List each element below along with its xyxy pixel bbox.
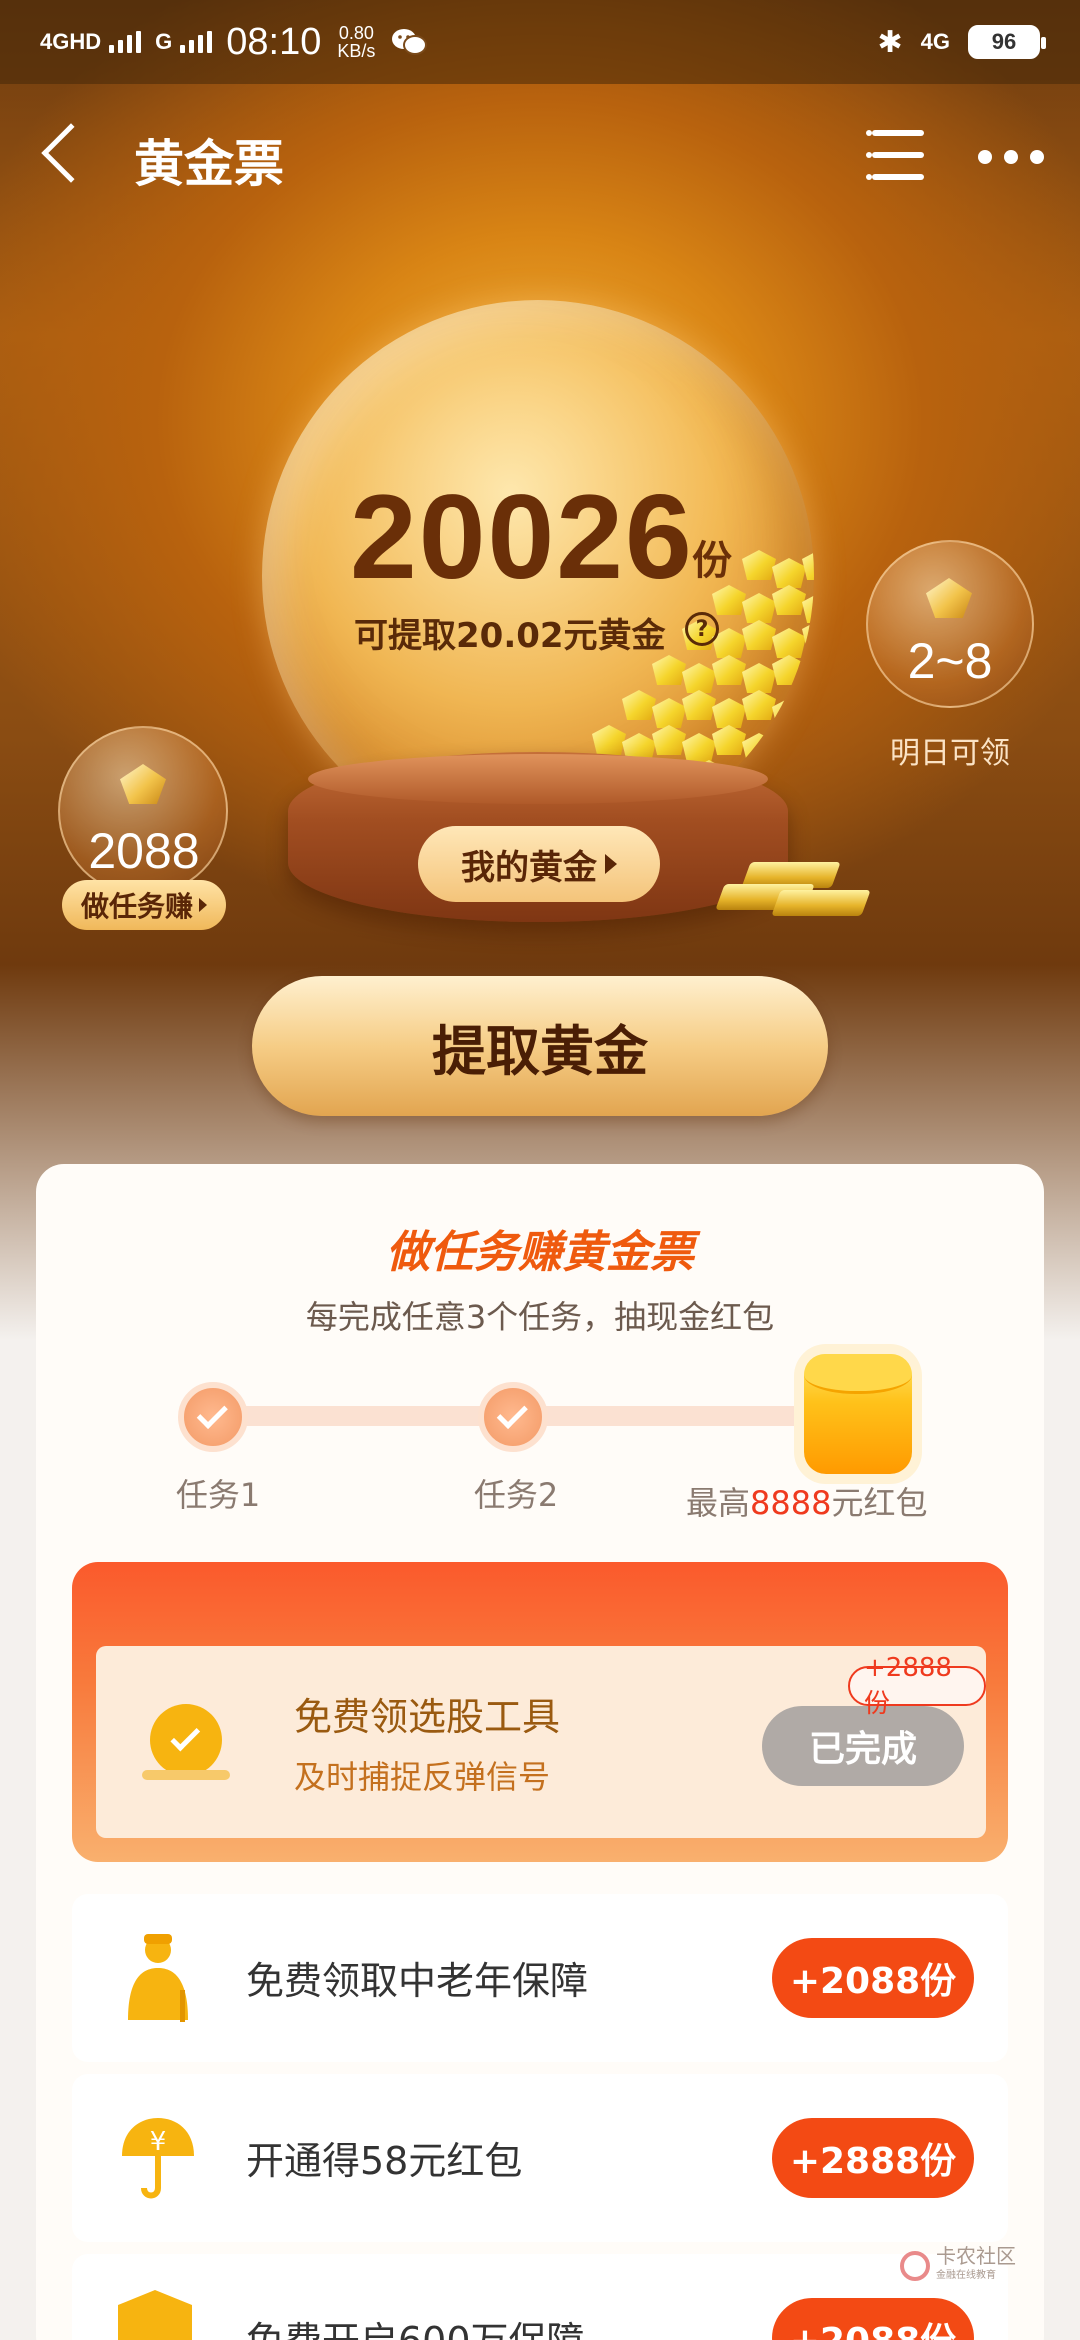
gold-coin-icon: [742, 593, 776, 623]
gold-coin-icon: [712, 725, 746, 755]
globe-base-top: [308, 754, 768, 804]
gold-coin-icon: [742, 663, 776, 693]
gold-coin-icon: [772, 698, 806, 728]
gold-coin-icon: [652, 725, 686, 755]
speed-unit: KB/s: [337, 41, 376, 61]
reward-suffix: 元红包: [831, 1484, 928, 1522]
reward-label: 最高8888元红包: [686, 1478, 927, 1524]
gold-coin-icon: [682, 690, 716, 720]
back-icon[interactable]: [41, 123, 101, 183]
featured-task: 免费领选股工具 及时捕捉反弹信号 已完成 +2888份: [72, 1562, 1008, 1862]
task-row[interactable]: ¥ 开通得58元红包 +2888份: [72, 2074, 1008, 2242]
gold-coin-icon: [772, 558, 806, 588]
network-type-2: G: [155, 29, 173, 54]
task-label: 免费领取中老年保障: [246, 1959, 589, 2003]
watermark-text-block: 卡农社区 金融在线教育: [936, 2246, 1016, 2286]
wechat-icon: [391, 27, 428, 57]
help-icon[interactable]: ?: [685, 612, 719, 646]
watermark-sub: 金融在线教育: [936, 2270, 996, 2281]
gold-coin-icon: [742, 620, 776, 650]
signal-icon: [109, 31, 142, 53]
network-type-1: 4GHD: [40, 29, 102, 54]
network-speed: 0.80 KB/s: [337, 24, 375, 60]
gold-coin-icon: [772, 655, 806, 685]
status-bar: 4GHD G 08:10 0.80 KB/s ✱ 4G 96: [0, 0, 1080, 84]
gold-coin-icon: [622, 690, 656, 720]
stock-tool-icon-base: [142, 1770, 230, 1780]
arrow-right-icon: [605, 854, 617, 874]
extract-gold-button[interactable]: 提取黄金: [252, 976, 828, 1116]
withdrawable-gold: 可提取20.02元黄金: [354, 616, 666, 656]
tomorrow-value: 2~8: [907, 633, 993, 689]
reward-badge: +2888份: [848, 1653, 986, 1719]
gold-unit: 份: [692, 538, 732, 584]
reward-prefix: 最高: [686, 1484, 751, 1522]
my-gold-label: 我的黄金: [461, 847, 597, 888]
more-icon[interactable]: [978, 150, 1044, 164]
watermark-logo-icon: [900, 2251, 930, 2281]
status-right: ✱ 4G 96: [877, 25, 1046, 60]
gold-coin-icon: [652, 698, 686, 728]
task-row[interactable]: 免费开启600万保障 +2088份: [72, 2254, 1008, 2340]
reward-amount: 8888: [750, 1484, 832, 1522]
task-earn-button[interactable]: 做任务赚: [62, 880, 226, 930]
featured-task-subtitle: 及时捕捉反弹信号: [294, 1758, 551, 1796]
umbrella-yen-icon: ¥: [118, 2112, 198, 2202]
gold-coin-icon: [742, 690, 776, 720]
gold-coin-icon: [712, 698, 746, 728]
gold-coin-icon: [742, 733, 776, 763]
nav-bar: 黄金票: [0, 100, 1080, 210]
gold-coin-icon: [742, 550, 776, 580]
gold-coin-icon: [772, 585, 806, 615]
svg-text:¥: ¥: [150, 2127, 167, 2157]
gold-coin-icon: [652, 655, 686, 685]
elderly-person-icon: [118, 1932, 198, 2024]
arrow-right-icon: [199, 898, 207, 912]
step-2-check-icon: [478, 1382, 548, 1452]
gold-coin-icon: [682, 733, 716, 763]
watermark: 卡农社区 金融在线教育: [900, 2246, 1016, 2286]
network-4g: 4G: [920, 29, 950, 54]
red-packet-icon[interactable]: [804, 1354, 912, 1474]
page-title: 黄金票: [134, 135, 284, 193]
gold-coin-icon: [782, 768, 814, 798]
gold-coin-icon: [712, 585, 746, 615]
gold-amount: 20026: [350, 470, 694, 604]
step-1-check-icon: [178, 1382, 248, 1452]
gold-coin-icon: [772, 725, 806, 755]
gold-bars-icon: [706, 856, 886, 926]
my-gold-button[interactable]: 我的黄金: [418, 826, 660, 902]
gold-coin-icon: [592, 725, 626, 755]
featured-task-title: 免费领选股工具: [294, 1695, 561, 1739]
gold-coin-icon: [682, 663, 716, 693]
speed-value: 0.80: [338, 23, 374, 43]
gold-coin-icon: [792, 795, 814, 825]
tasks-title: 做任务赚黄金票: [386, 1227, 694, 1278]
task-reward-button[interactable]: +2888份: [772, 2118, 974, 2198]
task-earn-label: 做任务赚: [80, 890, 193, 923]
battery-icon: 96: [968, 25, 1046, 59]
gold-coin-icon: [772, 628, 806, 658]
bluetooth-icon: ✱: [877, 25, 903, 59]
step-2-label: 任务2: [473, 1476, 559, 1514]
signal-icon-2: [180, 31, 213, 53]
task-reward-button[interactable]: +2088份: [772, 1938, 974, 2018]
shield-icon: [118, 2290, 192, 2340]
tasks-subtitle: 每完成任意3个任务，抽现金红包: [305, 1298, 775, 1336]
clock: 08:10: [226, 20, 322, 63]
stock-tool-icon: [150, 1704, 222, 1776]
task-reward-button[interactable]: +2088份: [772, 2298, 974, 2340]
gold-coin-icon: [712, 655, 746, 685]
task-row[interactable]: 免费领取中老年保障 +2088份: [72, 1894, 1008, 2062]
step-1-label: 任务1: [175, 1476, 261, 1514]
tomorrow-caption: 明日可领: [890, 736, 1010, 771]
watermark-text: 卡农社区: [936, 2244, 1016, 2268]
task-label: 免费开启600万保障: [246, 2310, 585, 2340]
featured-task-inner[interactable]: 免费领选股工具 及时捕捉反弹信号 已完成 +2888份: [96, 1646, 986, 1838]
task-label: 开通得58元红包: [246, 2139, 523, 2183]
list-menu-icon[interactable]: [866, 130, 924, 182]
task-earn-value: 2088: [88, 823, 200, 879]
